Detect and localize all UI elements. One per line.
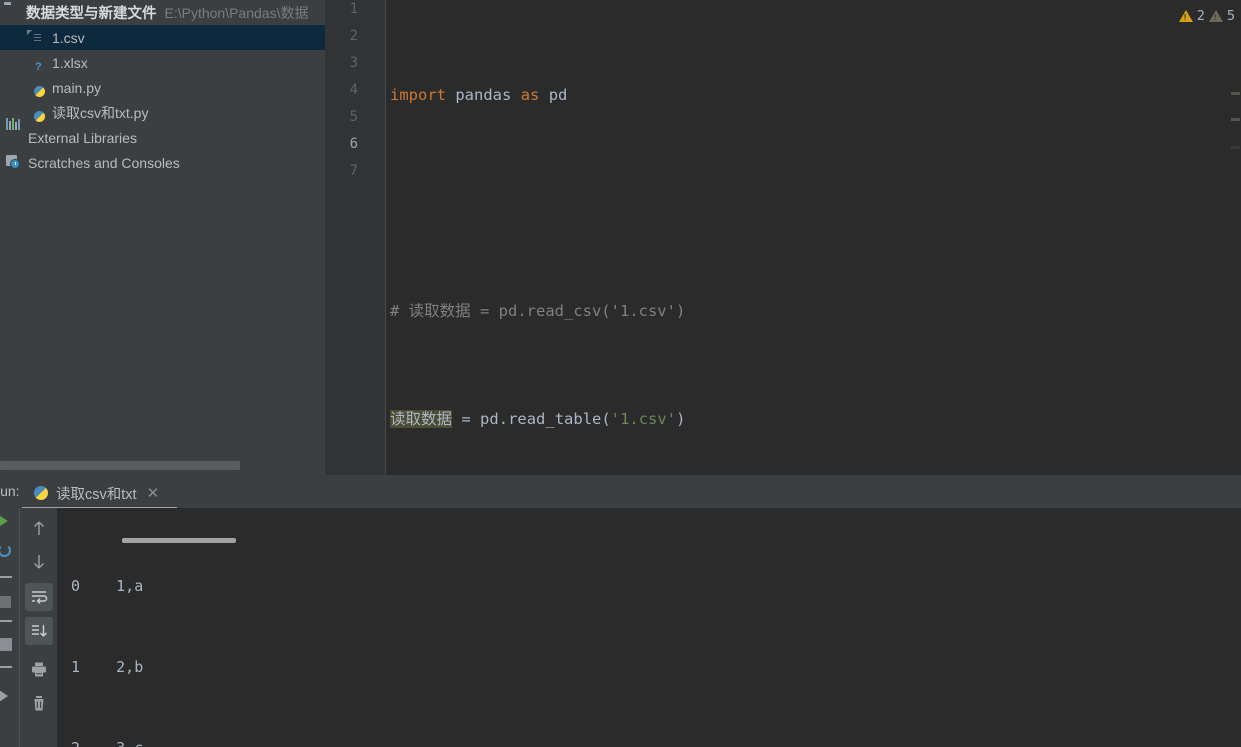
token-dot: .: [498, 410, 509, 428]
next-occurrence-button[interactable]: [25, 548, 53, 576]
python-file-icon: [30, 80, 46, 97]
run-tab[interactable]: 读取csv和txt ✕: [34, 479, 159, 507]
layout-icon[interactable]: [0, 638, 12, 651]
tree-item-external-libraries[interactable]: External Libraries: [0, 117, 325, 150]
scratches-icon: [6, 154, 22, 171]
tree-item-label: Scratches and Consoles: [28, 154, 180, 171]
line-number: 7: [349, 163, 358, 179]
scrollbar-thumb[interactable]: [0, 461, 240, 470]
run-tool-window[interactable]: Run: 读取csv和txt ✕: [0, 475, 1241, 747]
warning-triangle-icon: [1208, 10, 1223, 22]
trash-icon: [34, 695, 44, 710]
token-pandas: pandas: [455, 86, 512, 104]
unknown-file-icon: ?: [35, 60, 42, 73]
editor-text-area[interactable]: import pandas as pd # 读取数据 = pd.read_csv…: [386, 0, 1241, 747]
project-name: 数据类型与新建文件: [26, 6, 157, 22]
console-line: 1 2,b: [71, 658, 144, 676]
token-open-paren: (: [601, 410, 611, 428]
tree-item-1-xlsx[interactable]: ? 1.xlsx: [0, 50, 325, 75]
tree-item-label: External Libraries: [28, 129, 137, 146]
code-line-1[interactable]: import pandas as pd: [386, 82, 1241, 109]
run-tab-bar: Run: 读取csv和txt ✕: [0, 475, 1241, 510]
line-number-current: 6: [349, 136, 358, 152]
token-string-csv: '1.csv': [610, 410, 677, 428]
divider-icon: [0, 666, 12, 668]
tree-item-label: 1.csv: [52, 29, 85, 46]
run-window-label: Run:: [0, 483, 20, 499]
token-close-paren: ): [676, 410, 686, 428]
line-number: 4: [349, 82, 358, 98]
library-icon: [6, 117, 22, 146]
run-tab-label: 读取csv和txt: [56, 486, 137, 503]
tree-item-scratches-consoles[interactable]: Scratches and Consoles: [0, 150, 325, 175]
line-number: 1: [349, 1, 358, 17]
scroll-to-end-button[interactable]: [25, 617, 53, 645]
close-icon[interactable]: ✕: [147, 484, 160, 502]
rerun-failed-icon[interactable]: [0, 544, 11, 557]
scrollbar-marker: [1231, 118, 1240, 121]
token-pd: pd: [480, 410, 499, 428]
tree-item-label: 读取csv和txt.py: [52, 104, 149, 121]
expand-icon[interactable]: [0, 690, 8, 702]
project-root-node[interactable]: 数据类型与新建文件 E:\Python\Pandas\数据: [0, 0, 325, 25]
soft-wrap-icon: [32, 591, 48, 605]
rerun-icon[interactable]: [0, 516, 8, 526]
python-file-icon: [34, 485, 48, 501]
project-path: E:\Python\Pandas\数据: [164, 4, 309, 21]
token-as: as: [520, 86, 540, 104]
editor-gutter[interactable]: 1 2 3 4 5 6 7: [325, 0, 386, 475]
python-file-icon: [30, 105, 46, 122]
code-editor[interactable]: 1 2 3 4 5 6 7 import pandas as pd # 读取数据…: [325, 0, 1241, 747]
project-tool-window[interactable]: 数据类型与新建文件 E:\Python\Pandas\数据 1.csv ? 1.…: [0, 0, 325, 475]
arrow-down-icon: [34, 555, 44, 569]
tree-item-main-py[interactable]: main.py: [0, 75, 325, 100]
tree-item-read-csv-txt-py[interactable]: 读取csv和txt.py: [0, 100, 325, 125]
divider-icon: [0, 620, 12, 622]
scrollbar-marker: [1231, 146, 1240, 149]
console-toolbar[interactable]: [19, 508, 57, 747]
weak-warning-count: 5: [1226, 8, 1235, 24]
print-button[interactable]: [25, 655, 53, 683]
tree-item-label: main.py: [52, 79, 102, 96]
scroll-to-end-icon: [32, 625, 48, 637]
tree-item-label: 1.xlsx: [52, 54, 88, 71]
warning-count: 2: [1196, 8, 1205, 24]
code-line-4[interactable]: 读取数据 = pd.read_table('1.csv'): [386, 406, 1241, 433]
token-comment: # 读取数据 = pd.read_csv('1.csv'): [390, 302, 686, 320]
stop-icon[interactable]: [0, 576, 12, 578]
console-output[interactable]: 0 1,a 1 2,b 2 3,c 字段1 字段2 0 序号 姓名 1 1 a …: [57, 508, 1241, 747]
console-line: 2 3,c: [71, 735, 1241, 747]
token-import: import: [390, 86, 446, 104]
scrollbar-marker: [1231, 92, 1240, 95]
console-line: 0 1,a: [71, 577, 144, 595]
pycharm-window: 数据类型与新建文件 E:\Python\Pandas\数据 1.csv ? 1.…: [0, 0, 1241, 747]
line-number: 2: [349, 28, 358, 44]
folder-icon: [4, 5, 20, 21]
token-read-table: read_table: [508, 410, 602, 428]
text-file-icon: [30, 30, 46, 46]
clear-all-button[interactable]: [25, 689, 53, 717]
token-pd-alias: pd: [548, 86, 568, 104]
run-side-actions[interactable]: [0, 508, 18, 747]
prev-occurrence-button[interactable]: [25, 514, 53, 542]
project-panel-horizontal-scrollbar[interactable]: [0, 460, 325, 471]
token-variable-dushuju: 读取数据: [390, 410, 453, 428]
code-line-2[interactable]: [386, 190, 1241, 217]
token-equals: =: [461, 410, 471, 428]
editor-vertical-scrollbar[interactable]: [1229, 0, 1241, 475]
soft-wrap-button[interactable]: [25, 583, 53, 611]
line-number: 3: [349, 55, 358, 71]
arrow-up-icon: [34, 521, 44, 535]
inspection-widget[interactable]: 2 5: [1178, 6, 1235, 26]
print-icon: [32, 662, 46, 676]
line-number: 5: [349, 109, 358, 125]
console-horizontal-scrollbar[interactable]: [122, 538, 236, 543]
pin-icon[interactable]: [0, 596, 11, 608]
code-line-3[interactable]: # 读取数据 = pd.read_csv('1.csv'): [386, 298, 1241, 325]
warning-triangle-icon: [1178, 10, 1193, 22]
tree-item-1-csv[interactable]: 1.csv: [0, 25, 325, 50]
